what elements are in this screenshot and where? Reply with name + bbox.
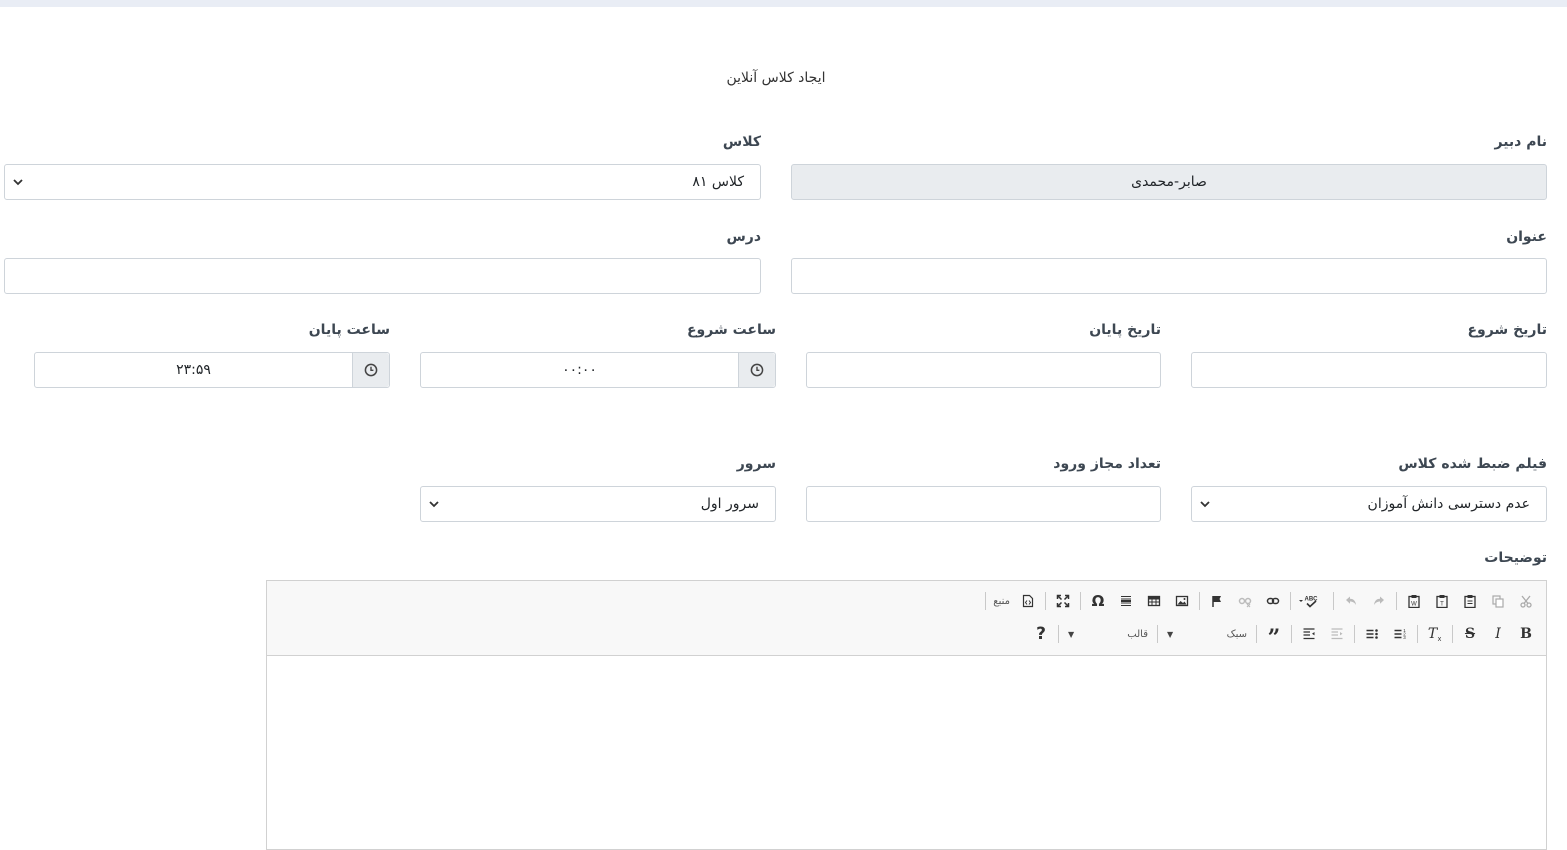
svg-text:T: T bbox=[1440, 602, 1444, 608]
toolbar-separator bbox=[1291, 625, 1292, 643]
clock-icon bbox=[750, 363, 764, 377]
teacher-name-label: نام دبیر bbox=[1494, 134, 1547, 150]
recorded-video-value: عدم دسترسی دانش آموزان bbox=[1367, 496, 1530, 512]
start-time-clock-button[interactable] bbox=[738, 353, 775, 387]
svg-text:3: 3 bbox=[1403, 635, 1406, 640]
help-icon[interactable]: ? bbox=[1027, 621, 1055, 647]
start-date-input[interactable] bbox=[1191, 352, 1547, 388]
undo-icon[interactable] bbox=[1337, 588, 1365, 614]
rich-text-editor[interactable]: T W ABC Ω منبع B I S T x 1 2 3 ” سبک ▼ ق… bbox=[266, 580, 1547, 850]
end-time-label: ساعت پایان bbox=[308, 322, 390, 338]
toolbar-separator bbox=[1396, 592, 1397, 610]
unlink-icon[interactable] bbox=[1231, 588, 1259, 614]
toolbar-separator bbox=[1080, 592, 1081, 610]
strike-icon[interactable]: S bbox=[1456, 621, 1484, 647]
toolbar-separator bbox=[1157, 625, 1158, 643]
outdent-icon[interactable] bbox=[1323, 621, 1351, 647]
paste-icon[interactable] bbox=[1456, 588, 1484, 614]
end-date-input[interactable] bbox=[806, 352, 1161, 388]
cut-icon[interactable] bbox=[1512, 588, 1540, 614]
spellcheck-icon[interactable]: ABC bbox=[1294, 588, 1330, 614]
anchor-icon[interactable] bbox=[1203, 588, 1231, 614]
allowed-logins-label: تعداد مجاز ورود bbox=[1053, 456, 1161, 472]
svg-text:x: x bbox=[1438, 636, 1442, 642]
top-bar bbox=[0, 0, 1567, 7]
server-select[interactable]: سرور اول bbox=[420, 486, 776, 522]
start-date-label: تاریخ شروع bbox=[1467, 322, 1547, 338]
chevron-down-icon bbox=[1200, 501, 1210, 508]
start-time-input[interactable]: ۰۰:۰۰ bbox=[420, 352, 776, 388]
format-combo-label: قالب bbox=[1127, 628, 1148, 640]
class-select-value: کلاس ۸۱ bbox=[692, 174, 744, 190]
copy-icon[interactable] bbox=[1484, 588, 1512, 614]
clock-icon bbox=[364, 363, 378, 377]
editor-toolbar-row-2: B I S Tx 123 ” سبک ▼ قالب ▼ ? bbox=[1027, 621, 1540, 651]
chevron-down-icon bbox=[429, 501, 439, 508]
image-icon[interactable] bbox=[1168, 588, 1196, 614]
numbered-list-icon[interactable]: 123 bbox=[1386, 621, 1414, 647]
editor-toolbar: T W ABC Ω منبع B I S T x 1 2 3 ” سبک ▼ ق… bbox=[267, 581, 1546, 656]
caret-down-icon: ▼ bbox=[1068, 629, 1075, 639]
start-time-label: ساعت شروع bbox=[686, 322, 776, 338]
bulleted-list-icon[interactable] bbox=[1358, 621, 1386, 647]
toolbar-separator bbox=[1290, 592, 1291, 610]
remove-format-icon[interactable]: Tx bbox=[1421, 621, 1449, 647]
end-time-clock-button[interactable] bbox=[352, 353, 389, 387]
toolbar-separator bbox=[1045, 592, 1046, 610]
end-time-value: ۲۳:۵۹ bbox=[176, 362, 211, 378]
bold-icon[interactable]: B bbox=[1512, 621, 1540, 647]
toolbar-separator bbox=[1256, 625, 1257, 643]
maximize-icon[interactable] bbox=[1049, 588, 1077, 614]
format-combo[interactable]: قالب ▼ bbox=[1062, 621, 1154, 647]
italic-icon[interactable]: I bbox=[1484, 621, 1512, 647]
indent-icon[interactable] bbox=[1295, 621, 1323, 647]
lesson-label: درس bbox=[726, 229, 761, 245]
end-date-label: تاریخ پایان bbox=[1089, 322, 1161, 338]
table-icon[interactable] bbox=[1140, 588, 1168, 614]
page-title: ایجاد کلاس آنلاین bbox=[726, 70, 826, 86]
toolbar-separator bbox=[1058, 625, 1059, 643]
recorded-video-label: فیلم ضبط شده کلاس bbox=[1398, 456, 1547, 472]
title-input[interactable] bbox=[791, 258, 1547, 294]
toolbar-separator bbox=[1417, 625, 1418, 643]
paste-text-icon[interactable]: T bbox=[1428, 588, 1456, 614]
class-label: کلاس bbox=[722, 134, 761, 150]
recorded-video-select[interactable]: عدم دسترسی دانش آموزان bbox=[1191, 486, 1547, 522]
toolbar-separator bbox=[1333, 592, 1334, 610]
lesson-input[interactable] bbox=[4, 258, 761, 294]
svg-text:W: W bbox=[1411, 602, 1417, 608]
editor-content-area[interactable] bbox=[267, 656, 1546, 849]
class-select[interactable]: کلاس ۸۱ bbox=[4, 164, 761, 200]
title-label: عنوان bbox=[1506, 229, 1547, 245]
allowed-logins-input[interactable] bbox=[806, 486, 1161, 522]
server-label: سرور bbox=[736, 456, 776, 472]
link-icon[interactable] bbox=[1259, 588, 1287, 614]
toolbar-separator bbox=[1354, 625, 1355, 643]
horizontal-line-icon[interactable] bbox=[1112, 588, 1140, 614]
paste-word-icon[interactable]: W bbox=[1400, 588, 1428, 614]
editor-toolbar-row-1: T W ABC Ω منبع bbox=[982, 588, 1540, 614]
style-combo-label: سبک bbox=[1226, 628, 1247, 640]
blockquote-icon[interactable]: ” bbox=[1260, 621, 1288, 651]
redo-icon[interactable] bbox=[1365, 588, 1393, 614]
end-time-input[interactable]: ۲۳:۵۹ bbox=[34, 352, 390, 388]
toolbar-separator bbox=[1452, 625, 1453, 643]
teacher-name-field: صابر-محمدی bbox=[791, 164, 1547, 200]
source-icon[interactable] bbox=[1014, 588, 1042, 614]
toolbar-separator bbox=[1199, 592, 1200, 610]
description-label: توضیحات bbox=[1484, 550, 1547, 566]
style-combo[interactable]: سبک ▼ bbox=[1161, 621, 1253, 647]
server-select-value: سرور اول bbox=[700, 496, 759, 512]
chevron-down-icon bbox=[13, 179, 23, 186]
toolbar-separator bbox=[985, 592, 987, 610]
caret-down-icon: ▼ bbox=[1167, 629, 1174, 639]
start-time-value: ۰۰:۰۰ bbox=[562, 362, 597, 378]
special-char-icon[interactable]: Ω bbox=[1084, 588, 1112, 614]
source-button-label[interactable]: منبع bbox=[989, 588, 1014, 614]
